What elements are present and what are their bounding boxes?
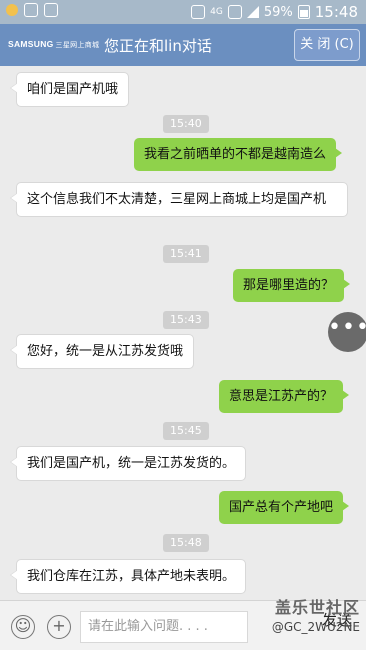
message-incoming: 咱们是国产机哦 [9, 72, 130, 107]
wechat-notification-icon [24, 3, 38, 17]
message-incoming: 我们仓库在江苏，具体产地未表明。 [9, 559, 247, 594]
message-outgoing: 国产总有个产地吧 [219, 491, 350, 524]
battery-percent: 59% [263, 4, 293, 20]
timestamp: 15:41 [163, 245, 209, 263]
community-watermark: 盖乐世社区 @GC_2WU2NE [271, 598, 360, 634]
more-options-button[interactable]: ••• [328, 312, 366, 352]
message-incoming: 我们是国产机，统一是江苏发货的。 [9, 446, 247, 481]
message-input[interactable]: 请在此输入问题. . . . [80, 611, 248, 643]
message-incoming: 这个信息我们不太清楚，三星网上商城上均是国产机 [10, 182, 348, 217]
timestamp: 15:48 [163, 534, 209, 552]
message-list: 咱们是国产机哦 15:40 我看之前晒单的不都是越南造么 这个信息我们不太清楚，… [0, 66, 366, 600]
data-transfer-icon [227, 5, 242, 19]
status-bar: 4G 59% 15:48 [0, 0, 366, 24]
timestamp: 15:45 [163, 422, 209, 440]
timestamp: 15:40 [163, 115, 209, 133]
message-incoming: 您好，统一是从江苏发货哦 [9, 334, 195, 369]
alarm-icon [191, 5, 206, 19]
picture-notification-icon [44, 3, 58, 17]
message-outgoing: 那是哪里造的？ [233, 269, 351, 302]
network-type: 4G [210, 7, 223, 17]
battery-icon [297, 5, 310, 19]
emoji-icon[interactable]: ☺ [11, 615, 35, 639]
signal-icon [246, 6, 259, 18]
message-outgoing: 意思是江苏产的？ [219, 380, 350, 413]
chat-title: 您正在和lin对话 [104, 37, 212, 55]
clock: 15:48 [314, 3, 358, 21]
close-button[interactable]: 关 闭 (C) [294, 29, 360, 61]
message-outgoing: 我看之前晒单的不都是越南造么 [134, 138, 343, 171]
samsung-logo: SAMSUNG 三星网上商城 [8, 39, 100, 49]
add-attachment-icon[interactable]: + [47, 615, 71, 639]
weather-sun-icon [6, 4, 18, 16]
chat-header: SAMSUNG 三星网上商城 您正在和lin对话 关 闭 (C) [0, 24, 366, 66]
timestamp: 15:43 [163, 311, 209, 329]
